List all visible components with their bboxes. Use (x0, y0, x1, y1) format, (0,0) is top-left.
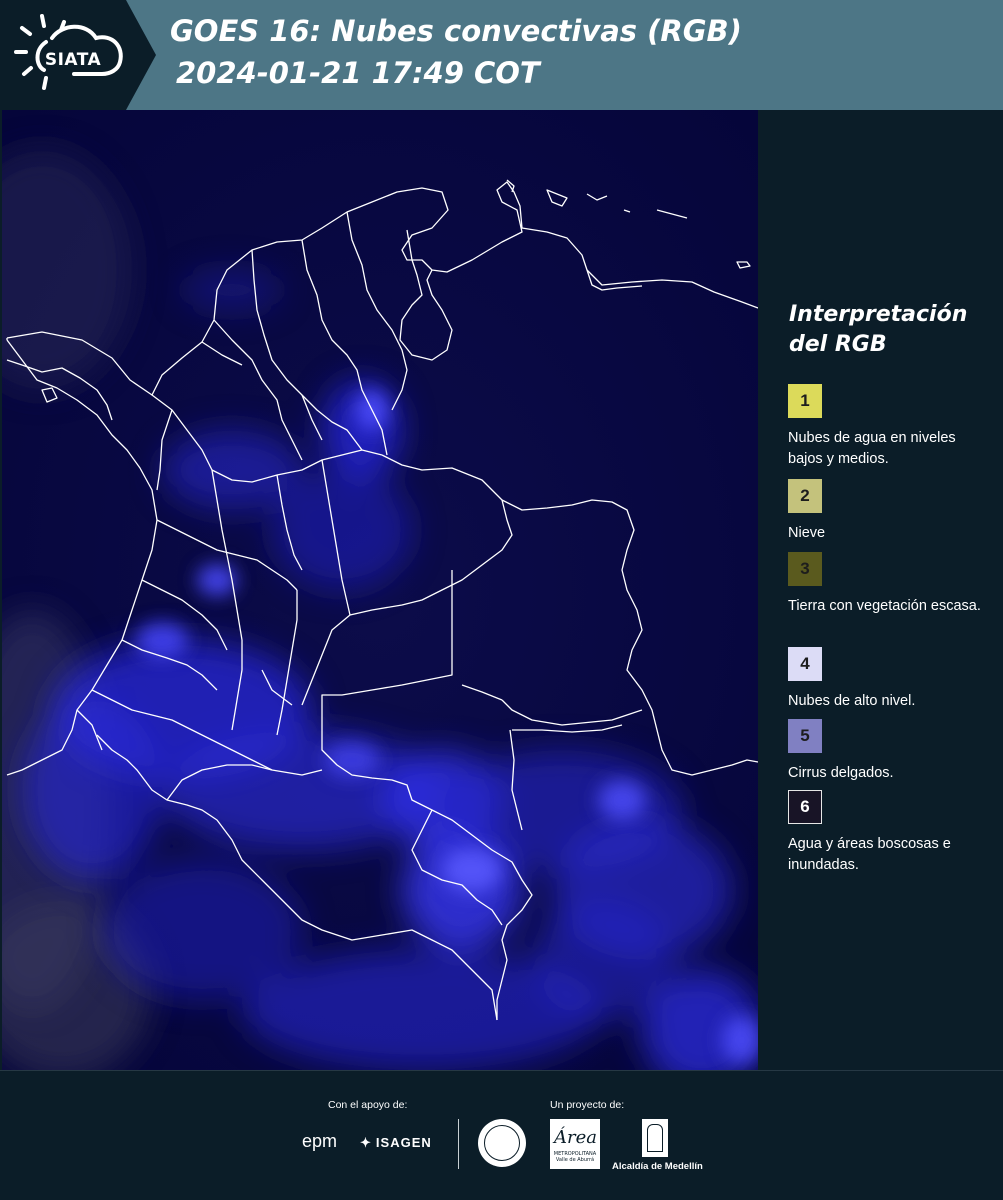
legend-swatch-6: 6 (788, 790, 822, 824)
siata-logo-text: SIATA (44, 50, 102, 70)
legend-swatch-1: 1 (788, 384, 822, 418)
alcaldia-logo-text: Alcaldía de Medellín (612, 1161, 703, 1172)
support-label: Con el apoyo de: (328, 1099, 408, 1111)
footer-divider (458, 1119, 459, 1169)
satellite-map[interactable] (2, 110, 758, 1070)
legend-panel: Interpretación del RGB 1 Nubes de agua e… (762, 110, 1003, 1070)
legend-label-1: Nubes de agua en niveles bajos y medios. (788, 430, 956, 467)
legend-swatch-4: 4 (788, 647, 822, 681)
area-logo-word: Área (554, 1127, 597, 1148)
area-metropolitana-logo: Área METROPOLITANA Valle de Aburrá (550, 1119, 600, 1169)
seal-ring (484, 1125, 520, 1161)
legend-label-3: Tierra con vegetación escasa. (788, 598, 981, 614)
legend-label-5: Cirrus delgados. (788, 765, 894, 781)
legend-swatch-5: 5 (788, 719, 822, 753)
project-label: Un proyecto de: (550, 1099, 625, 1111)
isagen-mark-icon: ✦ (360, 1135, 372, 1150)
epm-logo: epm (302, 1131, 338, 1151)
legend-item-3: 3 Tierra con vegetación escasa. (788, 552, 993, 617)
siata-logo: SIATA (14, 10, 132, 98)
footer: Con el apoyo de: Un proyecto de: epm ✦ IS… (0, 1070, 1003, 1200)
legend-swatch-3: 3 (788, 552, 822, 586)
isagen-logo: ✦ ISAGEN (360, 1135, 432, 1151)
legend-label-4: Nubes de alto nivel. (788, 693, 916, 709)
siata-logo-block: SIATA (0, 0, 156, 110)
legend-label-2: Nieve (788, 525, 826, 541)
header: SIATA GOES 16: Nubes convectivas (RGB) 2… (0, 0, 1003, 110)
legend-label-6: Agua y áreas boscosas e inundadas. (788, 836, 951, 873)
alcaldia-emblem-shape (647, 1124, 663, 1152)
alcaldia-emblem-icon (642, 1119, 668, 1157)
legend-item-6: 6 Agua y áreas boscosas e inundadas. (788, 790, 993, 876)
legend-item-4: 4 Nubes de alto nivel. (788, 647, 993, 712)
medellin-seal-icon (478, 1119, 526, 1167)
legend-title: Interpretación del RGB (789, 302, 968, 357)
area-logo-subtitle: METROPOLITANA Valle de Aburrá (553, 1151, 597, 1163)
legend-item-5: 5 Cirrus delgados. (788, 719, 993, 784)
isagen-text: ISAGEN (375, 1135, 432, 1150)
page-title: GOES 16: Nubes convectivas (RGB) (170, 14, 742, 48)
legend-swatch-2: 2 (788, 479, 822, 513)
legend-item-1: 1 Nubes de agua en niveles bajos y medio… (788, 384, 993, 470)
satellite-map-svg (2, 110, 758, 1070)
page-timestamp: 2024-01-21 17:49 COT (176, 56, 540, 90)
legend-item-2: 2 Nieve (788, 479, 993, 544)
